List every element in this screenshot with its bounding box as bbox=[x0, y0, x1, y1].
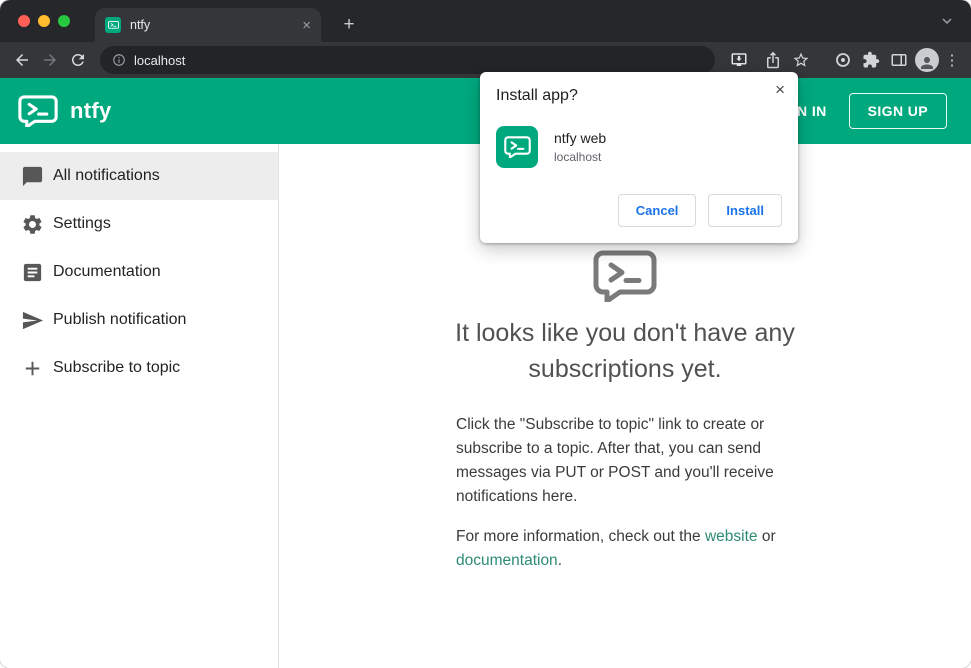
text-fragment: For more information, check out the bbox=[456, 528, 705, 546]
dialog-actions: Cancel Install bbox=[496, 194, 782, 227]
browser-tab-strip: ntfy × + bbox=[0, 0, 971, 42]
sidebar: All notifications Settings Documentation… bbox=[0, 144, 279, 668]
reload-icon bbox=[72, 54, 84, 66]
empty-state-links-paragraph: For more information, check out the webs… bbox=[456, 525, 794, 573]
article-icon bbox=[23, 263, 42, 281]
site-info-icon[interactable] bbox=[112, 53, 126, 67]
sidebar-item-label: Publish notification bbox=[53, 311, 187, 328]
sidebar-item-settings[interactable]: Settings bbox=[0, 200, 278, 248]
sidebar-item-documentation[interactable]: Documentation bbox=[0, 248, 278, 296]
forward-button[interactable] bbox=[36, 46, 64, 74]
gear-icon bbox=[23, 214, 42, 234]
browser-tab-ntfy[interactable]: ntfy × bbox=[95, 8, 321, 42]
avatar-person-icon bbox=[915, 48, 939, 72]
dialog-close-icon[interactable]: × bbox=[775, 80, 785, 100]
extensions-puzzle-icon[interactable] bbox=[857, 46, 885, 74]
traffic-lights bbox=[18, 15, 70, 27]
install-button[interactable]: Install bbox=[708, 194, 782, 227]
tab-favicon-ntfy-icon bbox=[105, 17, 121, 33]
ntfy-empty-state-logo-icon bbox=[593, 250, 657, 302]
tab-title: ntfy bbox=[130, 18, 151, 32]
forward-arrow-icon bbox=[44, 54, 56, 66]
address-bar[interactable]: localhost bbox=[100, 46, 715, 74]
sidebar-item-label: All notifications bbox=[53, 167, 160, 184]
profile-avatar[interactable] bbox=[913, 46, 941, 74]
empty-state-paragraph: Click the "Subscribe to topic" link to c… bbox=[456, 416, 774, 506]
dialog-title: Install app? bbox=[496, 87, 578, 104]
back-arrow-icon bbox=[16, 54, 28, 66]
browser-menu-kebab-icon[interactable]: ⋮ bbox=[941, 46, 963, 74]
share-icon[interactable] bbox=[759, 46, 787, 74]
plus-icon bbox=[25, 361, 40, 375]
app-title: ntfy bbox=[70, 98, 112, 123]
text-fragment: . bbox=[557, 552, 562, 570]
chat-bubble-icon bbox=[22, 166, 43, 186]
bookmark-star-icon[interactable] bbox=[787, 46, 815, 74]
new-tab-button[interactable]: + bbox=[336, 11, 362, 37]
website-link[interactable]: website bbox=[705, 528, 758, 545]
window-minimize-button[interactable] bbox=[38, 15, 50, 27]
sign-up-button[interactable]: SIGN UP bbox=[848, 93, 947, 129]
dialog-app-origin: localhost bbox=[554, 150, 602, 164]
reload-button[interactable] bbox=[64, 46, 92, 74]
documentation-link[interactable]: documentation bbox=[456, 552, 558, 569]
sidebar-item-label: Subscribe to topic bbox=[53, 359, 181, 376]
sidebar-item-label: Settings bbox=[53, 215, 111, 232]
back-button[interactable] bbox=[8, 46, 36, 74]
ntfy-logo-icon bbox=[18, 95, 58, 128]
url-text: localhost bbox=[134, 52, 186, 68]
sidebar-item-publish-notification[interactable]: Publish notification bbox=[0, 296, 278, 344]
tab-search-chevron-icon[interactable] bbox=[935, 10, 959, 34]
empty-state-text: Click the "Subscribe to topic" link to c… bbox=[456, 413, 794, 573]
install-app-toolbar-icon[interactable] bbox=[723, 47, 755, 73]
install-app-dialog: Install app? × ntfy web localhost Cancel… bbox=[480, 72, 798, 243]
sidebar-item-subscribe-to-topic[interactable]: Subscribe to topic bbox=[0, 344, 278, 392]
dialog-app-row: ntfy web localhost bbox=[496, 126, 782, 168]
side-panel-icon[interactable] bbox=[885, 46, 913, 74]
text-fragment: or bbox=[757, 528, 776, 546]
send-icon bbox=[22, 311, 44, 329]
extension-badge-icon[interactable] bbox=[829, 46, 857, 74]
dialog-app-icon bbox=[496, 126, 538, 168]
browser-window: ntfy × + localhost ⋮ ntfy SIGN IN SIGN U… bbox=[0, 0, 971, 668]
sidebar-item-label: Documentation bbox=[53, 263, 161, 280]
empty-state-title: It looks like you don't have any subscri… bbox=[455, 319, 795, 383]
window-zoom-button[interactable] bbox=[58, 15, 70, 27]
dialog-app-name: ntfy web bbox=[554, 130, 607, 146]
sidebar-item-all-notifications[interactable]: All notifications bbox=[0, 152, 278, 200]
cancel-button[interactable]: Cancel bbox=[617, 194, 697, 227]
window-close-button[interactable] bbox=[18, 15, 30, 27]
tab-close-icon[interactable]: × bbox=[302, 18, 311, 33]
